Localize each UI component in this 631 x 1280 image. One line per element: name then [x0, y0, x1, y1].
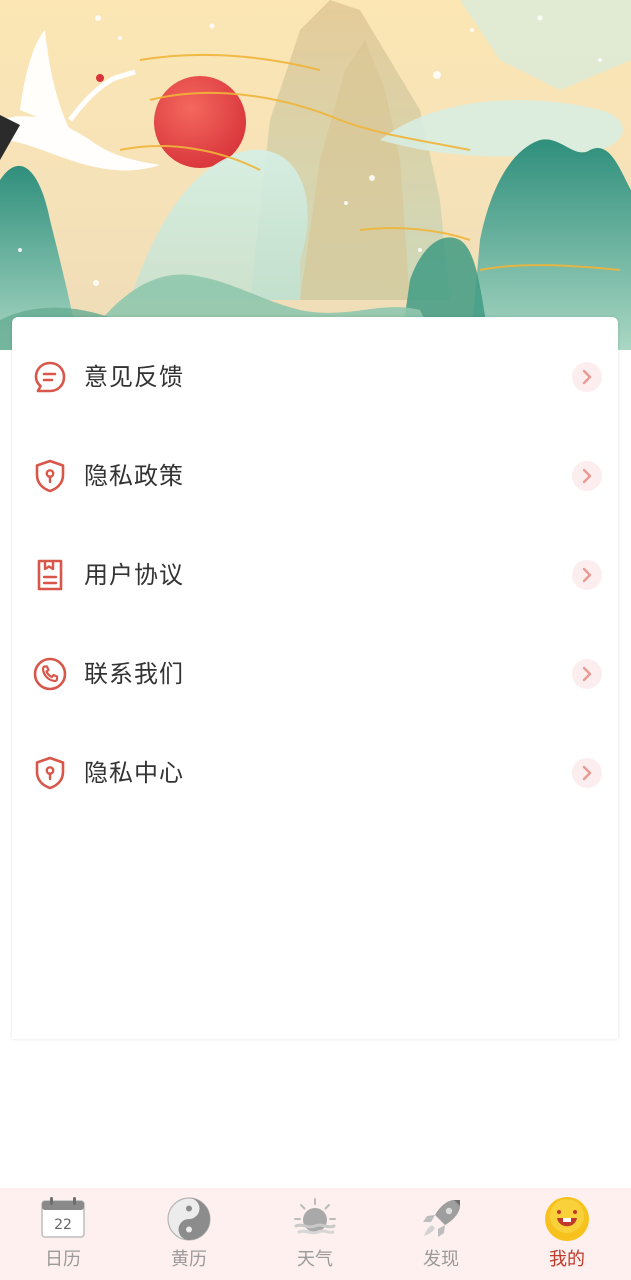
menu-item-contact-us[interactable]: 联系我们	[12, 634, 618, 714]
phone-icon	[32, 656, 68, 692]
menu-item-label: 隐私中心	[84, 759, 184, 787]
tab-discover[interactable]: 发现	[378, 1188, 504, 1280]
menu-item-label: 联系我们	[84, 660, 184, 688]
tab-label: 天气	[297, 1249, 333, 1270]
chevron-right-icon	[572, 758, 602, 788]
tab-almanac[interactable]: 黄历	[126, 1188, 252, 1280]
tab-label: 我的	[549, 1249, 585, 1270]
menu-item-privacy-center[interactable]: 隐私中心	[12, 733, 618, 813]
agreement-document-icon	[32, 557, 68, 593]
tab-profile[interactable]: 我的	[504, 1188, 630, 1280]
calendar-icon: 22	[40, 1196, 86, 1242]
menu-item-privacy-policy[interactable]: 隐私政策	[12, 436, 618, 516]
tab-label: 发现	[423, 1249, 459, 1270]
menu-item-user-agreement[interactable]: 用户协议	[12, 535, 618, 615]
menu-item-label: 意见反馈	[84, 363, 184, 391]
menu-item-feedback[interactable]: 意见反馈	[12, 337, 618, 417]
yin-yang-icon	[166, 1196, 212, 1242]
chevron-right-icon	[572, 362, 602, 392]
chevron-right-icon	[572, 461, 602, 491]
landscape-illustration	[0, 0, 631, 350]
tab-label: 黄历	[171, 1249, 207, 1270]
chevron-right-icon	[572, 659, 602, 689]
rocket-icon	[418, 1196, 464, 1242]
tab-calendar[interactable]: 22 日历	[0, 1188, 126, 1280]
smiley-face-icon	[544, 1196, 590, 1242]
feedback-chat-icon	[32, 359, 68, 395]
tab-weather[interactable]: 天气	[252, 1188, 378, 1280]
privacy-shield-icon	[32, 755, 68, 791]
header-banner	[0, 0, 631, 350]
menu-item-label: 用户协议	[84, 561, 184, 589]
menu-item-label: 隐私政策	[84, 462, 184, 490]
weather-sun-icon	[292, 1196, 338, 1242]
chevron-right-icon	[572, 560, 602, 590]
bottom-tab-bar: 22 日历 黄历 天气 发现 我的	[0, 1188, 631, 1280]
tab-label: 日历	[45, 1249, 81, 1270]
settings-menu-card: 意见反馈 隐私政策 用户协议 联系我们 隐私中心	[12, 317, 618, 1039]
privacy-shield-icon	[32, 458, 68, 494]
calendar-day-number: 22	[54, 1217, 72, 1233]
